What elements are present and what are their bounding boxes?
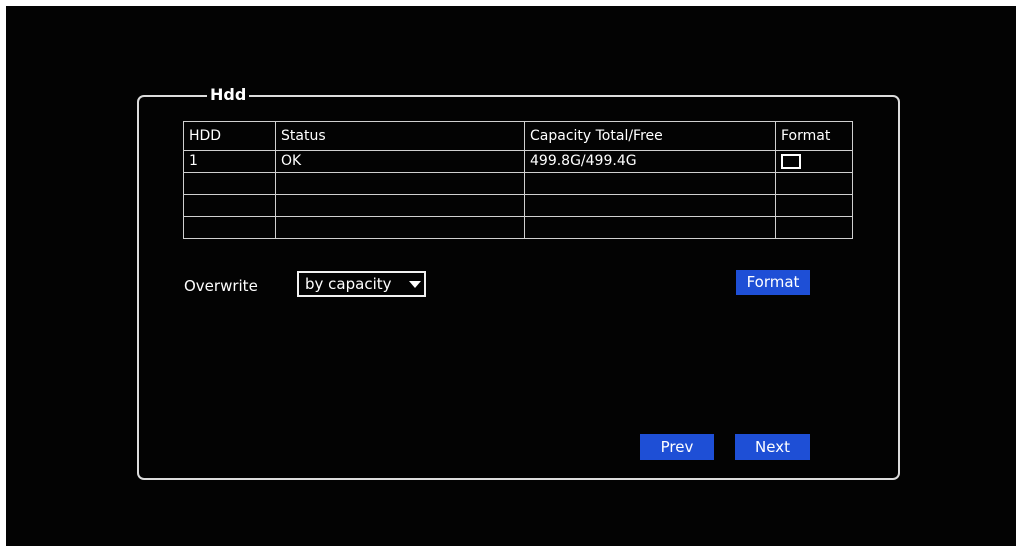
overwrite-select[interactable]: by capacity xyxy=(297,271,426,297)
format-button[interactable]: Format xyxy=(736,270,810,295)
column-header-hdd: HDD xyxy=(183,121,276,151)
next-button[interactable]: Next xyxy=(735,434,810,460)
table-row-empty xyxy=(183,194,853,217)
overwrite-value: by capacity xyxy=(305,275,392,293)
overwrite-label: Overwrite xyxy=(184,277,258,295)
format-cell xyxy=(775,150,853,173)
dropdown-arrow-icon xyxy=(409,281,421,288)
hdd-table: HDD Status Capacity Total/Free Format 1 … xyxy=(183,121,853,239)
screen: Hdd HDD Status Capacity Total/Free Forma… xyxy=(6,6,1016,546)
column-header-status: Status xyxy=(275,121,525,151)
hdd-panel: Hdd HDD Status Capacity Total/Free Forma… xyxy=(137,85,900,480)
column-header-format: Format xyxy=(775,121,853,151)
table-row-empty xyxy=(183,172,853,195)
table-row[interactable]: 1 OK 499.8G/499.4G xyxy=(183,150,853,173)
prev-button[interactable]: Prev xyxy=(640,434,714,460)
hdd-number-cell: 1 xyxy=(183,150,276,173)
format-checkbox[interactable] xyxy=(781,153,801,169)
column-header-capacity: Capacity Total/Free xyxy=(524,121,776,151)
capacity-cell: 499.8G/499.4G xyxy=(524,150,776,173)
table-header-row: HDD Status Capacity Total/Free Format xyxy=(183,121,853,151)
status-cell: OK xyxy=(275,150,525,173)
panel-title: Hdd xyxy=(207,85,250,105)
table-row-empty xyxy=(183,216,853,239)
